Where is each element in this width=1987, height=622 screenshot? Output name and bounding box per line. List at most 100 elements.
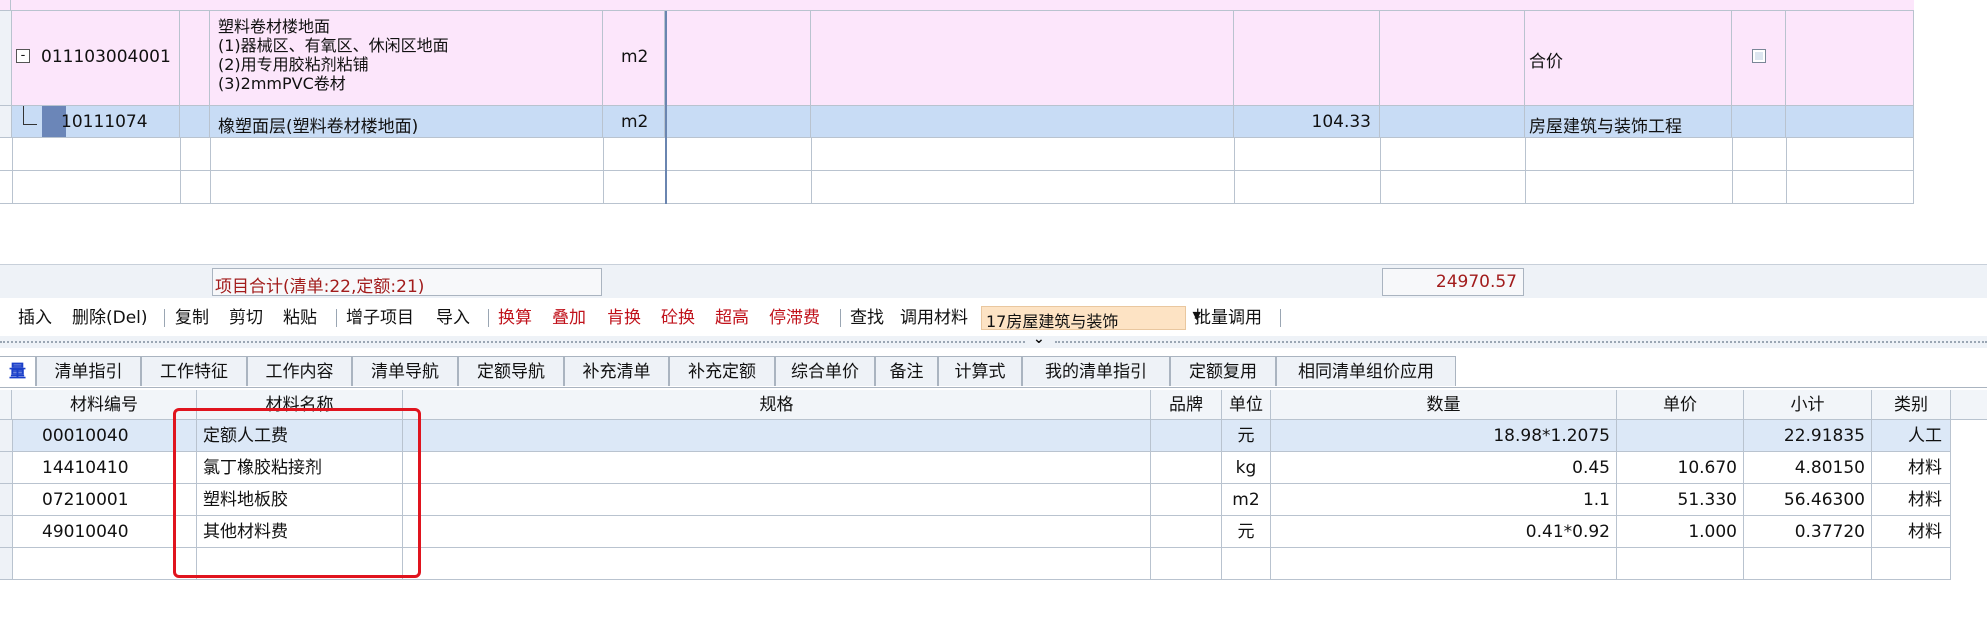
col-header-brand[interactable]: 品牌 [1151, 390, 1222, 420]
material-unit[interactable]: 元 [1222, 516, 1271, 548]
material-name[interactable]: 其他材料费 [197, 516, 403, 548]
col-header-category[interactable]: 类别 [1872, 390, 1951, 420]
material-brand[interactable] [1151, 452, 1222, 484]
col-header-qty[interactable]: 数量 [1271, 390, 1617, 420]
material-code[interactable]: 07210001 [12, 484, 197, 516]
tab-quota-nav[interactable]: 定额导航 [458, 356, 564, 386]
insert-button[interactable]: 插入 [18, 303, 52, 333]
tab-supp-quota[interactable]: 补充定额 [669, 356, 775, 386]
partial-row [0, 0, 1914, 11]
material-code[interactable]: 49010040 [12, 516, 197, 548]
material-unit[interactable]: m2 [1222, 484, 1271, 516]
empty-cell[interactable] [1872, 548, 1951, 580]
import-button[interactable]: 导入 [436, 303, 470, 333]
material-price[interactable]: 10.670 [1617, 452, 1744, 484]
paste-button[interactable]: 粘贴 [283, 303, 317, 333]
material-subtotal[interactable]: 56.46300 [1744, 484, 1872, 516]
tab-unit-price[interactable]: 综合单价 [775, 356, 875, 386]
tab-bill-guide[interactable]: 清单指引 [36, 356, 141, 386]
desc-line: (2)用专用胶粘剂粘铺 [218, 55, 369, 74]
replace-button[interactable]: 肯换 [607, 303, 641, 333]
material-qty[interactable]: 0.45 [1271, 452, 1617, 484]
empty-cell[interactable] [403, 548, 1151, 580]
col-header-subtotal[interactable]: 小计 [1744, 390, 1872, 420]
col-header-spec[interactable]: 规格 [403, 390, 1151, 420]
library-select[interactable]: 17房屋建筑与装饰 ▼ [981, 306, 1201, 331]
tab-supp-bill[interactable]: 补充清单 [564, 356, 669, 386]
row-checkbox[interactable] [1752, 49, 1766, 63]
convert-button[interactable]: 换算 [498, 303, 532, 333]
material-spec[interactable] [403, 484, 1151, 516]
cut-button[interactable]: 剪切 [229, 303, 263, 333]
tab-work-features[interactable]: 工作特征 [141, 356, 247, 386]
empty-cell[interactable] [1744, 548, 1872, 580]
tree-branch-icon [23, 106, 24, 124]
material-category[interactable]: 人工 [1872, 420, 1951, 452]
tab-same-bill[interactable]: 相同清单组价应用 [1276, 356, 1456, 386]
material-spec[interactable] [403, 420, 1151, 452]
material-price[interactable]: 51.330 [1617, 484, 1744, 516]
material-category[interactable]: 材料 [1872, 516, 1951, 548]
material-spec[interactable] [403, 516, 1151, 548]
empty-cell[interactable] [1151, 548, 1222, 580]
delete-button[interactable]: 删除(Del) [72, 303, 148, 333]
code-cell[interactable]: 10111074 [12, 106, 180, 138]
material-name[interactable]: 氯丁橡胶粘接剂 [197, 452, 403, 484]
super-high-button[interactable]: 超高 [715, 303, 749, 333]
material-subtotal[interactable]: 4.80150 [1744, 452, 1872, 484]
concrete-swap-button[interactable]: 砼换 [661, 303, 695, 333]
find-button[interactable]: 查找 [850, 303, 884, 333]
empty-cell[interactable] [12, 548, 197, 580]
material-code[interactable]: 14410410 [12, 452, 197, 484]
specialty: 房屋建筑与装饰工程 [1529, 117, 1682, 137]
material-name[interactable]: 塑料地板胶 [197, 484, 403, 516]
call-material-button[interactable]: 调用材料 [900, 303, 968, 333]
material-code[interactable]: 00010040 [12, 420, 197, 452]
tab-work-content[interactable]: 工作内容 [247, 356, 352, 386]
material-brand[interactable] [1151, 420, 1222, 452]
material-name[interactable]: 定额人工费 [197, 420, 403, 452]
tab-quantity[interactable]: 量 [0, 356, 36, 386]
batch-call-button[interactable]: 批量调用 [1194, 303, 1262, 333]
splitter[interactable]: ⌄ [0, 331, 1987, 348]
tab-quota-reuse[interactable]: 定额复用 [1170, 356, 1276, 386]
empty-cell[interactable] [197, 548, 403, 580]
toolbar: 插入 删除(Del) 复制 剪切 粘贴 增子项目 导入 换算 叠加 肯换 砼换 … [0, 303, 1987, 333]
col-header-unit[interactable]: 单位 [1222, 390, 1271, 420]
material-category[interactable]: 材料 [1872, 452, 1951, 484]
material-subtotal[interactable]: 0.37720 [1744, 516, 1872, 548]
material-qty[interactable]: 0.41*0.92 [1271, 516, 1617, 548]
material-brand[interactable] [1151, 484, 1222, 516]
material-brand[interactable] [1151, 516, 1222, 548]
item-code: 10111074 [61, 112, 148, 132]
col-header-price[interactable]: 单价 [1617, 390, 1744, 420]
material-unit[interactable]: 元 [1222, 420, 1271, 452]
material-category[interactable]: 材料 [1872, 484, 1951, 516]
tab-bill-nav[interactable]: 清单导航 [352, 356, 458, 386]
code-cell[interactable]: - 011103004001 [12, 11, 180, 106]
tab-my-guide[interactable]: 我的清单指引 [1022, 356, 1170, 386]
name-cell[interactable]: 塑料卷材楼地面 (1)器械区、有氧区、休闲区地面 (2)用专用胶粘剂粘铺 (3)… [210, 11, 603, 106]
material-subtotal[interactable]: 22.91835 [1744, 420, 1872, 452]
empty-cell[interactable] [1617, 548, 1744, 580]
add-subitem-button[interactable]: 增子项目 [346, 303, 414, 333]
col-header-code[interactable]: 材料编号 [12, 390, 197, 420]
material-unit[interactable]: kg [1222, 452, 1271, 484]
material-price[interactable]: 1.000 [1617, 516, 1744, 548]
col-header-name[interactable]: 材料名称 [197, 390, 403, 420]
material-qty[interactable]: 1.1 [1271, 484, 1617, 516]
material-qty[interactable]: 18.98*1.2075 [1271, 420, 1617, 452]
material-spec[interactable] [403, 452, 1151, 484]
tab-remarks[interactable]: 备注 [875, 356, 938, 386]
empty-row[interactable] [0, 171, 1914, 204]
splitter-arrow-icon[interactable]: ⌄ [1033, 331, 1045, 347]
tab-formula[interactable]: 计算式 [938, 356, 1022, 386]
tree-toggle-icon[interactable]: - [16, 49, 30, 63]
material-price[interactable] [1617, 420, 1744, 452]
overlay-button[interactable]: 叠加 [552, 303, 586, 333]
stop-fee-button[interactable]: 停滞费 [769, 303, 820, 333]
empty-row[interactable] [0, 138, 1914, 171]
empty-cell[interactable] [1271, 548, 1617, 580]
copy-button[interactable]: 复制 [175, 303, 209, 333]
empty-cell[interactable] [1222, 548, 1271, 580]
